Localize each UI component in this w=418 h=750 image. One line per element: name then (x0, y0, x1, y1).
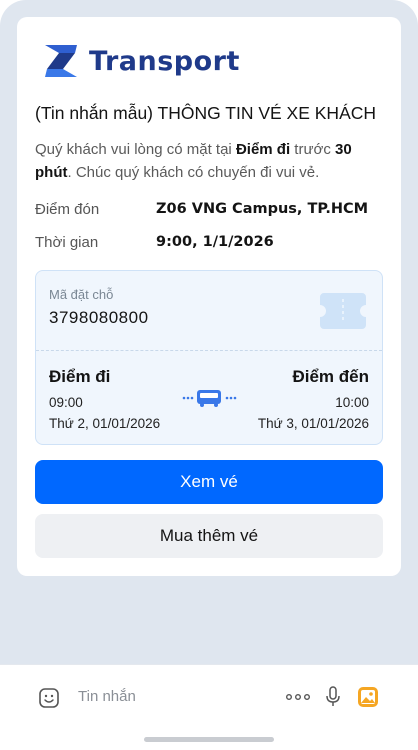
booking-code: 3798080800 (49, 308, 149, 327)
transport-logo-icon (45, 45, 77, 77)
ticket-box: Mã đặt chỗ 3798080800 Điểm đi Điểm đến 0… (35, 270, 383, 445)
time-row: Thời gian 9:00, 1/1/2026 (35, 234, 385, 251)
message-title: (Tin nhắn mẫu) THÔNG TIN VÉ XE KHÁCH (35, 103, 377, 123)
pickup-label: Điểm đón (35, 201, 100, 218)
brand-logo: Transport (41, 41, 240, 81)
arrival-time: 10:00 (335, 395, 369, 410)
departure-label: Điểm đi (49, 367, 111, 386)
pickup-value: Z06 VNG Campus, TP.HCM (156, 201, 369, 217)
buy-more-ticket-button[interactable]: Mua thêm vé (35, 514, 383, 558)
more-icon[interactable] (286, 689, 311, 707)
booking-code-label: Mã đặt chỗ (49, 287, 114, 302)
bus-icon (182, 388, 238, 413)
brand-name: Transport (89, 45, 240, 77)
pickup-row: Điểm đón Z06 VNG Campus, TP.HCM (35, 201, 385, 218)
mic-icon[interactable] (324, 685, 342, 714)
arrival-label: Điểm đến (292, 367, 369, 386)
home-indicator (144, 737, 274, 742)
message-input[interactable]: Tin nhắn (78, 688, 136, 705)
time-label: Thời gian (35, 234, 99, 251)
image-icon[interactable] (357, 686, 379, 713)
departure-date: Thứ 2, 01/01/2026 (49, 416, 161, 431)
ticket-icon (318, 291, 368, 336)
message-card: Transport (Tin nhắn mẫu) THÔNG TIN VÉ XE… (17, 17, 401, 576)
departure-time: 09:00 (49, 395, 83, 410)
view-ticket-button[interactable]: Xem vé (35, 460, 383, 504)
emoji-icon[interactable] (38, 687, 60, 714)
ticket-divider (36, 350, 382, 351)
message-description: Quý khách vui lòng có mặt tại Điểm đi tr… (35, 141, 352, 181)
arrival-date: Thứ 3, 01/01/2026 (257, 416, 369, 431)
time-value: 9:00, 1/1/2026 (156, 234, 274, 250)
